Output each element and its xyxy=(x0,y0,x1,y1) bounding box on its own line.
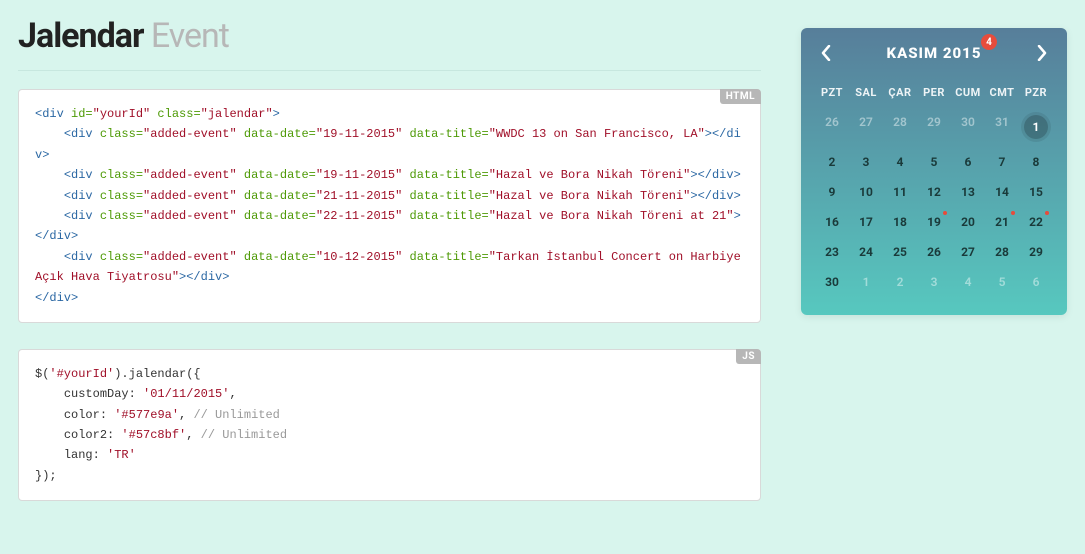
weekday-label: PER xyxy=(917,78,951,107)
calendar-day[interactable]: 30 xyxy=(815,267,849,297)
calendar-day[interactable]: 2 xyxy=(815,147,849,177)
chevron-left-icon xyxy=(821,45,831,61)
calendar-day[interactable]: 3 xyxy=(849,147,883,177)
calendar-day[interactable]: 18 xyxy=(883,207,917,237)
calendar-day[interactable]: 7 xyxy=(985,147,1019,177)
title-light: Event xyxy=(151,16,229,56)
calendar-day[interactable]: 23 xyxy=(815,237,849,267)
calendar-week-row: 2345678 xyxy=(815,147,1053,177)
calendar-widget: KASIM 2015 4 PZTSALÇARPERCUMCMTPZR 26272… xyxy=(801,28,1067,315)
calendar-day[interactable]: 29 xyxy=(1019,237,1053,267)
weekday-label: ÇAR xyxy=(883,78,917,107)
calendar-day[interactable]: 19 xyxy=(917,207,951,237)
calendar-day[interactable]: 15 xyxy=(1019,177,1053,207)
calendar-day[interactable]: 27 xyxy=(951,237,985,267)
code-lang-badge: HTML xyxy=(720,89,761,104)
calendar-day[interactable]: 12 xyxy=(917,177,951,207)
calendar-day[interactable]: 13 xyxy=(951,177,985,207)
calendar-day[interactable]: 25 xyxy=(883,237,917,267)
calendar-day[interactable]: 6 xyxy=(951,147,985,177)
calendar-day[interactable]: 3 xyxy=(917,267,951,297)
calendar-day[interactable]: 24 xyxy=(849,237,883,267)
calendar-week-row: 30123456 xyxy=(815,267,1053,297)
calendar-day[interactable]: 6 xyxy=(1019,267,1053,297)
weekday-label: SAL xyxy=(849,78,883,107)
calendar-day[interactable]: 10 xyxy=(849,177,883,207)
calendar-day[interactable]: 26 xyxy=(815,107,849,147)
weekday-label: CMT xyxy=(985,78,1019,107)
code-html-content: <div id="yourId" class="jalendar"> <div … xyxy=(35,104,744,308)
calendar-day[interactable]: 5 xyxy=(917,147,951,177)
calendar-day[interactable]: 20 xyxy=(951,207,985,237)
calendar-day[interactable]: 1 xyxy=(849,267,883,297)
calendar-day[interactable]: 16 xyxy=(815,207,849,237)
calendar-day[interactable]: 30 xyxy=(951,107,985,147)
prev-month-button[interactable] xyxy=(815,42,837,64)
code-block-js: JS $('#yourId').jalendar({ customDay: '0… xyxy=(18,349,761,501)
calendar-week-row: 16171819202122 xyxy=(815,207,1053,237)
calendar-week-row: 23242526272829 xyxy=(815,237,1053,267)
calendar-day[interactable]: 22 xyxy=(1019,207,1053,237)
weekday-label: PZR xyxy=(1019,78,1053,107)
calendar-day[interactable]: 14 xyxy=(985,177,1019,207)
calendar-day[interactable]: 31 xyxy=(985,107,1019,147)
calendar-day[interactable]: 21 xyxy=(985,207,1019,237)
calendar-day[interactable]: 1 xyxy=(1019,107,1053,147)
title-strong: Jalendar xyxy=(18,16,143,56)
weekday-label: PZT xyxy=(815,78,849,107)
chevron-right-icon xyxy=(1037,45,1047,61)
calendar-day[interactable]: 27 xyxy=(849,107,883,147)
calendar-weekday-row: PZTSALÇARPERCUMCMTPZR xyxy=(815,78,1053,107)
calendar-day[interactable]: 29 xyxy=(917,107,951,147)
calendar-day[interactable]: 8 xyxy=(1019,147,1053,177)
page-title: Jalendar Event xyxy=(18,16,761,56)
calendar-day[interactable]: 4 xyxy=(951,267,985,297)
weekday-label: CUM xyxy=(951,78,985,107)
calendar-day[interactable]: 28 xyxy=(985,237,1019,267)
next-month-button[interactable] xyxy=(1031,42,1053,64)
code-js-content: $('#yourId').jalendar({ customDay: '01/1… xyxy=(35,364,744,486)
calendar-day[interactable]: 28 xyxy=(883,107,917,147)
code-lang-badge: JS xyxy=(736,349,761,364)
calendar-week-row: 2627282930311 xyxy=(815,107,1053,147)
calendar-day[interactable]: 9 xyxy=(815,177,849,207)
calendar-week-row: 9101112131415 xyxy=(815,177,1053,207)
calendar-title: KASIM 2015 4 xyxy=(887,44,982,62)
divider xyxy=(18,70,761,71)
calendar-month-year: KASIM 2015 xyxy=(887,44,982,62)
calendar-day[interactable]: 4 xyxy=(883,147,917,177)
code-block-html: HTML <div id="yourId" class="jalendar"> … xyxy=(18,89,761,323)
event-count-badge: 4 xyxy=(981,34,997,50)
calendar-day[interactable]: 5 xyxy=(985,267,1019,297)
calendar-day[interactable]: 26 xyxy=(917,237,951,267)
calendar-day[interactable]: 2 xyxy=(883,267,917,297)
calendar-day[interactable]: 11 xyxy=(883,177,917,207)
calendar-day[interactable]: 17 xyxy=(849,207,883,237)
